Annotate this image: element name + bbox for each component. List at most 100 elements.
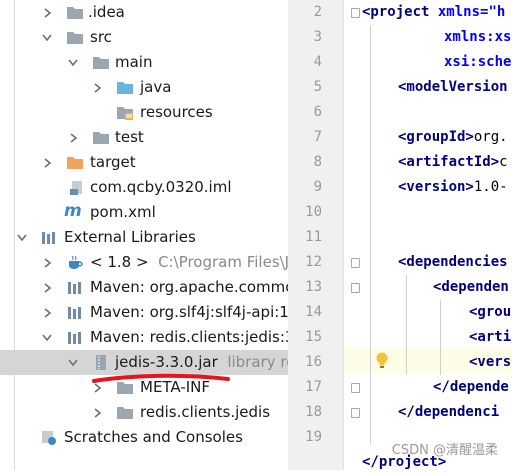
chevron-right-icon[interactable]	[90, 75, 104, 100]
tree-row-label: External Libraries	[64, 228, 196, 246]
maven-icon: m	[64, 201, 82, 221]
library-icon	[40, 229, 58, 246]
tree-row-label: redis.clients.jedis	[140, 403, 271, 421]
folder-icon	[66, 4, 84, 21]
line-number: 14	[305, 304, 322, 320]
chevron-down-icon[interactable]	[15, 225, 29, 250]
indent-guide	[440, 300, 441, 375]
code-line-5: <modelVersion	[398, 79, 508, 95]
tree-row-target[interactable]: target	[0, 150, 288, 175]
line-number: 2	[313, 4, 322, 20]
line-number: 19	[305, 429, 322, 445]
code-line-8: <artifactId>c	[398, 154, 508, 170]
line-number: 17	[305, 379, 322, 395]
tree-row-label: java	[140, 78, 172, 96]
line-number: 8	[313, 154, 322, 170]
module-file-icon	[68, 179, 86, 196]
fold-toggle-icon[interactable]	[351, 383, 360, 393]
chevron-right-icon[interactable]	[40, 275, 54, 300]
tree-row-pom[interactable]: m pom.xml	[0, 200, 288, 225]
line-number: 5	[313, 79, 322, 95]
fold-toggle-icon[interactable]	[351, 8, 360, 18]
line-number: 10	[305, 204, 322, 220]
tree-row-jdk[interactable]: < 1.8 > C:\Program Files\Ja	[0, 250, 288, 275]
indent-guide	[370, 25, 371, 445]
chevron-right-icon[interactable]	[40, 150, 54, 175]
line-number: 16	[305, 354, 322, 370]
tree-row-test[interactable]: test	[0, 125, 288, 150]
chevron-right-icon[interactable]	[40, 300, 54, 325]
folder-icon	[92, 129, 110, 146]
line-number: 11	[305, 229, 322, 245]
code-line-16: <vers	[469, 354, 512, 370]
line-number: 6	[313, 104, 322, 120]
tree-row-label: target	[90, 153, 136, 171]
chevron-right-icon[interactable]	[40, 250, 54, 275]
tree-row-label: Scratches and Consoles	[64, 428, 243, 446]
chevron-down-icon[interactable]	[40, 25, 54, 50]
jar-archive-icon	[92, 354, 110, 371]
tree-row-src[interactable]: src	[0, 25, 288, 50]
red-annotation-underline	[92, 373, 230, 383]
library-root-hint: library ro	[227, 353, 288, 371]
tree-row-external-libraries[interactable]: External Libraries	[0, 225, 288, 250]
tree-row-label: main	[115, 53, 153, 71]
lightbulb-icon[interactable]	[374, 351, 390, 369]
tree-row-redis-clients-jedis[interactable]: redis.clients.jedis	[0, 400, 288, 425]
code-line-17: </depende	[433, 379, 509, 395]
code-line-14: <grou	[469, 304, 512, 320]
tree-row-resources[interactable]: resources	[0, 100, 288, 125]
line-number: 9	[313, 179, 322, 195]
line-number: 7	[313, 129, 322, 145]
tree-row-maven-commons[interactable]: Maven: org.apache.commo	[0, 275, 288, 300]
tree-row-maven-slf4j[interactable]: Maven: org.slf4j:slf4j-api:1.7	[0, 300, 288, 325]
fold-toggle-icon[interactable]	[351, 408, 360, 418]
library-icon	[66, 279, 84, 296]
tree-row-java[interactable]: java	[0, 75, 288, 100]
fold-toggle-icon[interactable]	[351, 258, 360, 268]
indent-guide	[406, 275, 407, 375]
tree-row-maven-jedis[interactable]: Maven: redis.clients:jedis:3	[0, 325, 288, 350]
code-line-15: <arti	[469, 329, 512, 345]
code-line-3: xmlns:xs	[444, 29, 512, 45]
watermark: CSDN @清醒温柔	[391, 443, 498, 458]
resources-folder-icon	[116, 104, 134, 121]
tree-row-label: test	[115, 128, 144, 146]
tree-row-label: pom.xml	[90, 203, 156, 221]
tree-row-iml[interactable]: com.qcby.0320.iml	[0, 175, 288, 200]
line-number: 13	[305, 279, 322, 295]
chevron-down-icon[interactable]	[40, 325, 54, 350]
package-icon	[116, 404, 134, 421]
tree-row-idea[interactable]: .idea	[0, 0, 288, 25]
fold-gutter-divider	[343, 0, 344, 470]
jdk-cup-icon	[66, 254, 84, 271]
chevron-down-icon[interactable]	[66, 50, 80, 75]
jdk-path-hint: C:\Program Files\Ja	[158, 253, 288, 271]
project-tree-panel: .idea src main java resources test targe…	[0, 0, 288, 470]
code-editor[interactable]: 2 3 4 5 6 7 8 9 10 11 12 13 14 15 16 17 …	[288, 0, 512, 470]
code-line-18: </dependenci	[398, 404, 500, 420]
fold-toggle-icon[interactable]	[351, 283, 360, 293]
tree-row-label: Maven: org.apache.commo	[90, 278, 288, 296]
scratches-icon	[40, 429, 58, 446]
line-number: 3	[313, 29, 322, 45]
line-number: 18	[305, 404, 322, 420]
code-line-13: <dependen	[433, 279, 509, 295]
tree-row-label: src	[90, 28, 112, 46]
tree-row-label: .idea	[88, 3, 125, 21]
source-folder-icon	[116, 79, 134, 96]
chevron-right-icon[interactable]	[40, 0, 54, 25]
tree-row-scratches[interactable]: Scratches and Consoles	[0, 425, 288, 450]
chevron-right-icon[interactable]	[90, 400, 104, 425]
chevron-right-icon[interactable]	[66, 125, 80, 150]
chevron-down-icon[interactable]	[66, 350, 80, 375]
code-line-7: <groupId>org.	[398, 129, 508, 145]
line-number: 4	[313, 54, 322, 70]
folder-icon	[66, 29, 84, 46]
tree-row-label: Maven: redis.clients:jedis:3	[90, 328, 288, 346]
code-line-9: <version>1.0-	[398, 179, 508, 195]
code-line-4: xsi:sche	[444, 54, 512, 70]
tree-row-main[interactable]: main	[0, 50, 288, 75]
line-number: 12	[305, 254, 322, 270]
excluded-folder-icon	[66, 154, 84, 171]
